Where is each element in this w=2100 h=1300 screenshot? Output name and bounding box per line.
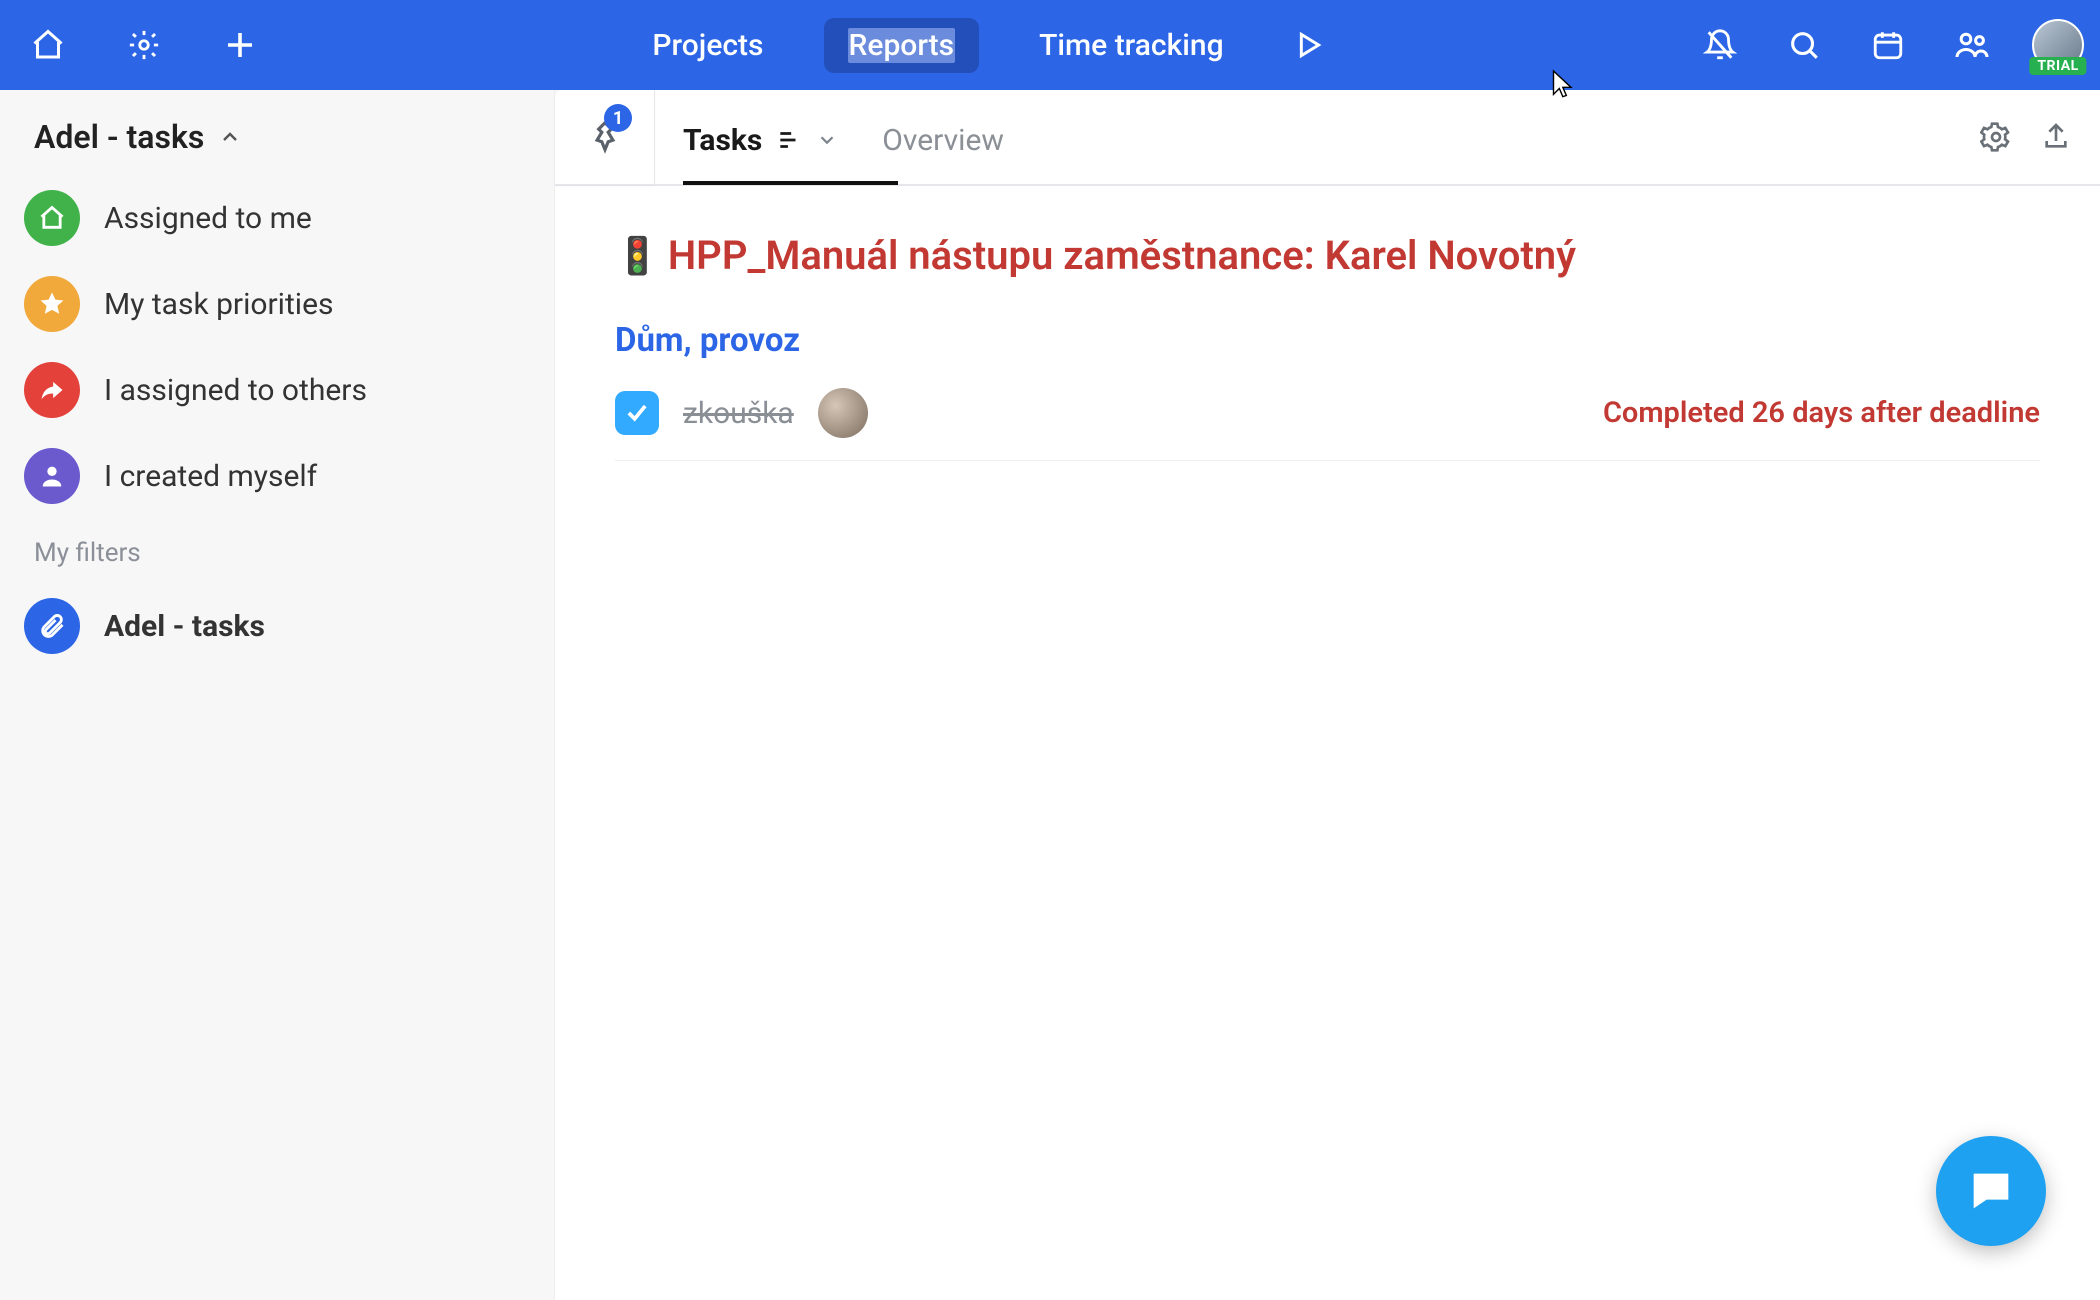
nav-reports[interactable]: Reports bbox=[824, 18, 980, 73]
chat-icon bbox=[1965, 1165, 2017, 1217]
filter-badge: 1 bbox=[604, 104, 632, 132]
sidebar-section-title: My filters bbox=[34, 538, 530, 568]
chevron-up-icon bbox=[218, 125, 242, 149]
settings-icon[interactable] bbox=[1980, 121, 2012, 153]
sidebar-item-label: Adel - tasks bbox=[104, 609, 265, 644]
sidebar-item-label: Assigned to me bbox=[104, 201, 312, 236]
nav-projects[interactable]: Projects bbox=[628, 18, 787, 73]
home-icon[interactable] bbox=[24, 21, 72, 69]
people-icon[interactable] bbox=[1948, 21, 1996, 69]
forward-icon bbox=[24, 362, 80, 418]
sidebar-item-label: I assigned to others bbox=[104, 373, 367, 408]
sidebar-item-label: I created myself bbox=[104, 459, 317, 494]
sidebar-item-created-myself[interactable]: I created myself bbox=[24, 448, 530, 504]
home-icon bbox=[24, 190, 80, 246]
nav-label: Reports bbox=[848, 28, 956, 63]
tab-label: Tasks bbox=[683, 123, 762, 158]
assignee-avatar[interactable] bbox=[818, 388, 868, 438]
task-heading-text: HPP_Manuál nástupu zaměstnance: Karel No… bbox=[668, 232, 1576, 279]
trial-badge: TRIAL bbox=[2029, 57, 2086, 75]
sidebar-item-assigned-to-others[interactable]: I assigned to others bbox=[24, 362, 530, 418]
topbar: Projects Reports Time tracking TRIAL bbox=[0, 0, 2100, 90]
export-icon[interactable] bbox=[2040, 121, 2072, 153]
nav-label: Projects bbox=[652, 28, 763, 63]
main: 1 Tasks Overview bbox=[555, 90, 2100, 1300]
sidebar-item-my-task-priorities[interactable]: My task priorities bbox=[24, 276, 530, 332]
task-row[interactable]: zkouška Completed 26 days after deadline bbox=[615, 382, 2040, 461]
tab-tasks[interactable]: Tasks bbox=[683, 90, 838, 184]
star-icon bbox=[24, 276, 80, 332]
category-link[interactable]: Dům, provoz bbox=[615, 321, 2040, 360]
nav-label: Time tracking bbox=[1039, 28, 1223, 63]
user-icon bbox=[24, 448, 80, 504]
list-icon bbox=[776, 127, 802, 153]
tab-label: Overview bbox=[882, 123, 1004, 158]
chevron-down-icon bbox=[816, 129, 838, 151]
add-icon[interactable] bbox=[216, 21, 264, 69]
chat-fab[interactable] bbox=[1936, 1136, 2046, 1246]
paperclip-icon bbox=[24, 598, 80, 654]
task-name: zkouška bbox=[683, 396, 794, 431]
filter-button[interactable]: 1 bbox=[555, 90, 655, 185]
calendar-icon[interactable] bbox=[1864, 21, 1912, 69]
task-status: Completed 26 days after deadline bbox=[1603, 396, 2040, 430]
sidebar: Adel - tasks Assigned to me My task prio… bbox=[0, 90, 555, 1300]
play-icon[interactable] bbox=[1284, 21, 1332, 69]
task-checkbox[interactable] bbox=[615, 391, 659, 435]
sidebar-title[interactable]: Adel - tasks bbox=[24, 118, 530, 156]
user-avatar[interactable]: TRIAL bbox=[2032, 19, 2084, 71]
task-heading[interactable]: 🚦 HPP_Manuál nástupu zaměstnance: Karel … bbox=[615, 232, 2040, 279]
sidebar-title-text: Adel - tasks bbox=[34, 118, 204, 156]
search-icon[interactable] bbox=[1780, 21, 1828, 69]
traffic-light-icon: 🚦 bbox=[615, 235, 660, 277]
notifications-off-icon[interactable] bbox=[1696, 21, 1744, 69]
nav-time-tracking[interactable]: Time tracking bbox=[1015, 18, 1247, 73]
gear-icon[interactable] bbox=[120, 21, 168, 69]
sidebar-filter-adel-tasks[interactable]: Adel - tasks bbox=[24, 598, 530, 654]
sidebar-item-label: My task priorities bbox=[104, 287, 333, 322]
sidebar-item-assigned-to-me[interactable]: Assigned to me bbox=[24, 190, 530, 246]
category-text: Dům, provoz bbox=[615, 321, 800, 360]
tab-overview[interactable]: Overview bbox=[882, 90, 1004, 184]
